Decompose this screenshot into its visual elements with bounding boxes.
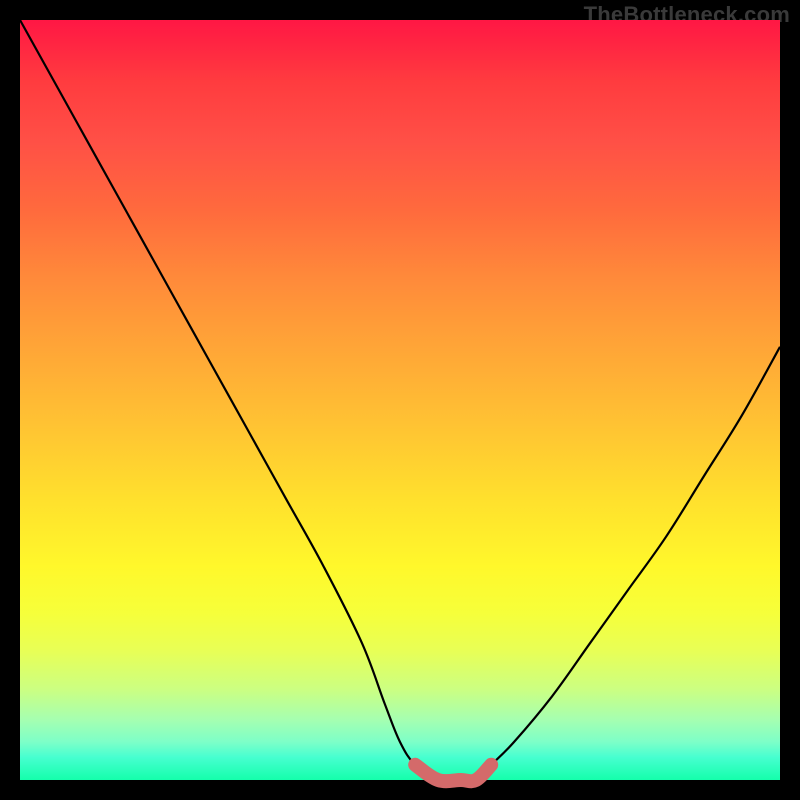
plot-area [20, 20, 780, 780]
bottleneck-chart-svg [20, 20, 780, 780]
bottleneck-curve-line [20, 20, 780, 781]
chart-frame: TheBottleneck.com [0, 0, 800, 800]
optimal-range-highlight [415, 765, 491, 781]
